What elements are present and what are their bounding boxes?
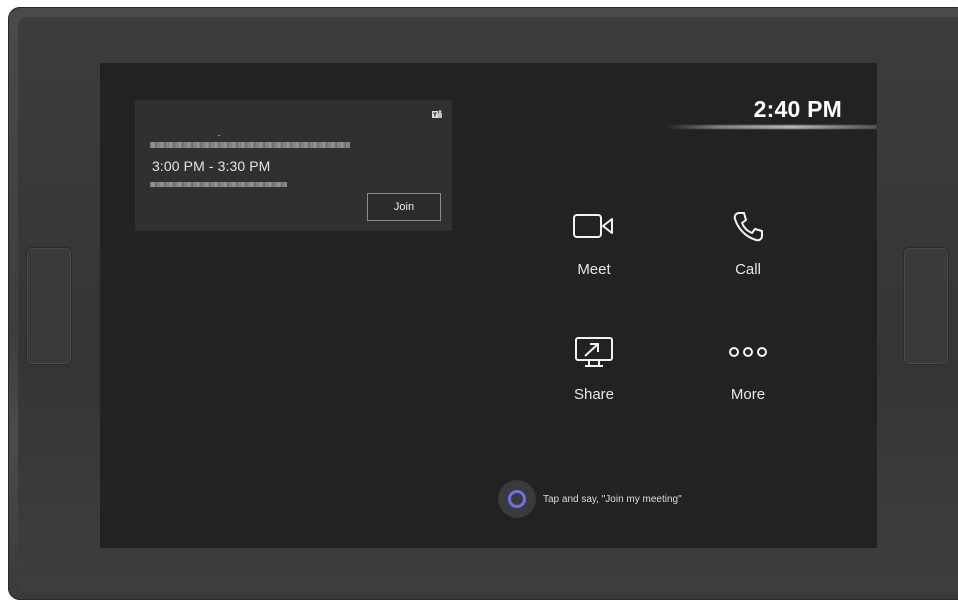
join-button[interactable]: Join [367,193,441,221]
screen-share-icon [572,334,616,370]
call-label: Call [735,261,761,278]
cortana-prompt-text: Tap and say, "Join my meeting" [543,493,682,505]
teams-icon [432,110,442,118]
meet-button[interactable]: Meet [534,209,654,299]
redacted-meeting-title [150,142,350,148]
cortana-icon [508,490,526,508]
redacted-meeting-organizer [150,182,287,187]
share-button[interactable]: Share [534,334,654,424]
more-dots-icon [726,334,770,370]
cortana-button[interactable] [498,480,536,518]
left-handle [26,247,72,365]
share-label: Share [573,386,615,403]
cortana-prompt[interactable]: Tap and say, "Join my meeting" [498,479,682,519]
phone-icon [726,209,770,245]
title-mark [218,135,220,136]
video-camera-icon [572,209,616,245]
more-label: More [730,386,766,403]
clock-underline-glow [665,125,877,129]
meet-label: Meet [577,261,611,278]
room-console-screen: 3:00 PM - 3:30 PM Join 2:40 PM Meet Call [100,63,877,548]
clock-time: 2:40 PM [753,96,842,122]
upcoming-meeting-card[interactable]: 3:00 PM - 3:30 PM Join [135,100,452,231]
more-button[interactable]: More [688,334,808,424]
meeting-time-range: 3:00 PM - 3:30 PM [152,158,271,174]
call-button[interactable]: Call [688,209,808,299]
right-handle [903,247,949,365]
